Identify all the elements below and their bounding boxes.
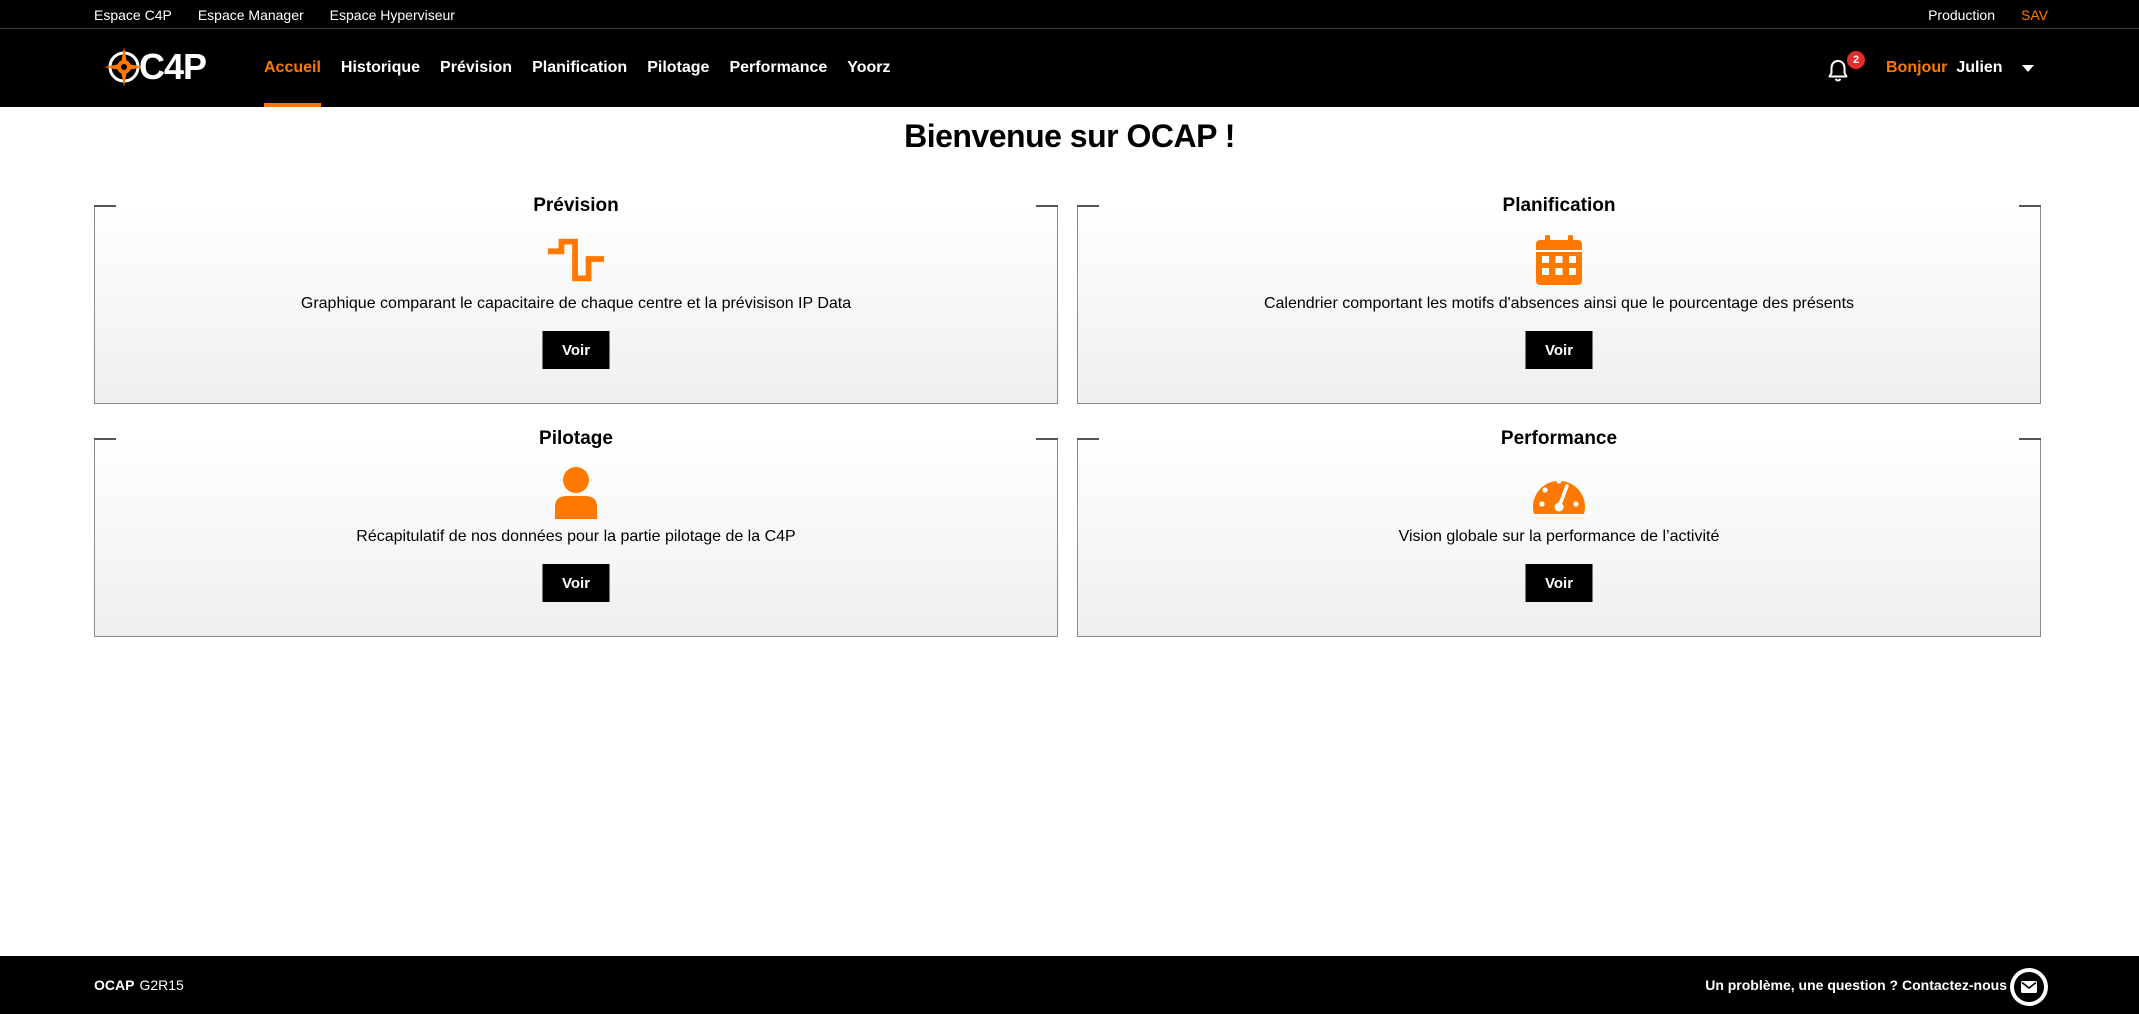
card-planification: Planification Calendrier comportant les … — [1077, 195, 2041, 404]
card-description: Calendrier comportant les motifs d'absen… — [1263, 295, 1855, 312]
ocap-logo[interactable]: C4P — [103, 44, 233, 90]
card-prevision: Prévision Graphique comparant le capacit… — [94, 195, 1058, 404]
chevron-down-icon — [2021, 64, 2034, 72]
contact-mail-button[interactable] — [2010, 968, 2048, 1006]
footer-brand: OCAP — [94, 977, 135, 993]
voir-planification-button[interactable]: Voir — [1525, 331, 1593, 369]
greeting-label: Bonjour — [1886, 59, 1948, 76]
link-sav[interactable]: SAV — [2021, 7, 2048, 23]
card-title: Prévision — [533, 195, 619, 216]
nav-yoorz[interactable]: Yoorz — [847, 29, 890, 107]
user-menu[interactable]: Bonjour Julien — [1886, 29, 2034, 107]
nav-pilotage[interactable]: Pilotage — [647, 29, 709, 107]
footer-version: OCAP G2R15 — [94, 956, 184, 1014]
nav-prevision[interactable]: Prévision — [440, 29, 512, 107]
mail-icon — [2014, 972, 2044, 1002]
bell-icon — [1828, 60, 1848, 82]
link-espace-hyperviseur[interactable]: Espace Hyperviseur — [330, 7, 455, 23]
footer-version-number: G2R15 — [139, 977, 184, 993]
calendar-icon — [1529, 233, 1589, 287]
nav-historique[interactable]: Historique — [341, 29, 420, 107]
user-name: Julien — [1956, 59, 2003, 76]
signal-wave-icon — [546, 233, 606, 287]
card-description: Graphique comparant le capacitaire de ch… — [300, 295, 852, 312]
card-title: Planification — [1502, 195, 1616, 216]
nav-accueil[interactable]: Accueil — [264, 29, 321, 107]
notifications-button[interactable]: 2 — [1825, 51, 1865, 85]
main-navigation: C4P Accueil Historique Prévision Planifi… — [0, 29, 2139, 107]
card-title: Pilotage — [539, 428, 613, 449]
notification-count-badge: 2 — [1847, 51, 1865, 69]
voir-prevision-button[interactable]: Voir — [542, 331, 610, 369]
nav-planification[interactable]: Planification — [532, 29, 627, 107]
card-title: Performance — [1500, 428, 1618, 449]
link-espace-c4p[interactable]: Espace C4P — [94, 7, 172, 23]
link-espace-manager[interactable]: Espace Manager — [198, 7, 304, 23]
voir-performance-button[interactable]: Voir — [1525, 564, 1593, 602]
page-title: Bienvenue sur OCAP ! — [904, 118, 1235, 154]
footer: OCAP G2R15 Un problème, une question ? C… — [0, 956, 2139, 1014]
nav-performance[interactable]: Performance — [729, 29, 827, 107]
user-icon — [546, 466, 606, 520]
top-utility-bar: Espace C4P Espace Manager Espace Hypervi… — [0, 0, 2139, 29]
logo-wordmark: C4P — [139, 46, 207, 87]
link-production[interactable]: Production — [1928, 7, 1995, 23]
card-description: Vision globale sur la performance de l’a… — [1398, 528, 1720, 545]
card-description: Récapitulatif de nos données pour la par… — [356, 528, 796, 545]
gauge-icon — [1529, 466, 1589, 520]
voir-pilotage-button[interactable]: Voir — [542, 564, 610, 602]
contact-link[interactable]: Un problème, une question ? Contactez-no… — [1705, 956, 2007, 1014]
card-pilotage: Pilotage Récapitulatif de nos données po… — [94, 428, 1058, 637]
card-performance: Performance Vision globale sur la perfor… — [1077, 428, 2041, 637]
